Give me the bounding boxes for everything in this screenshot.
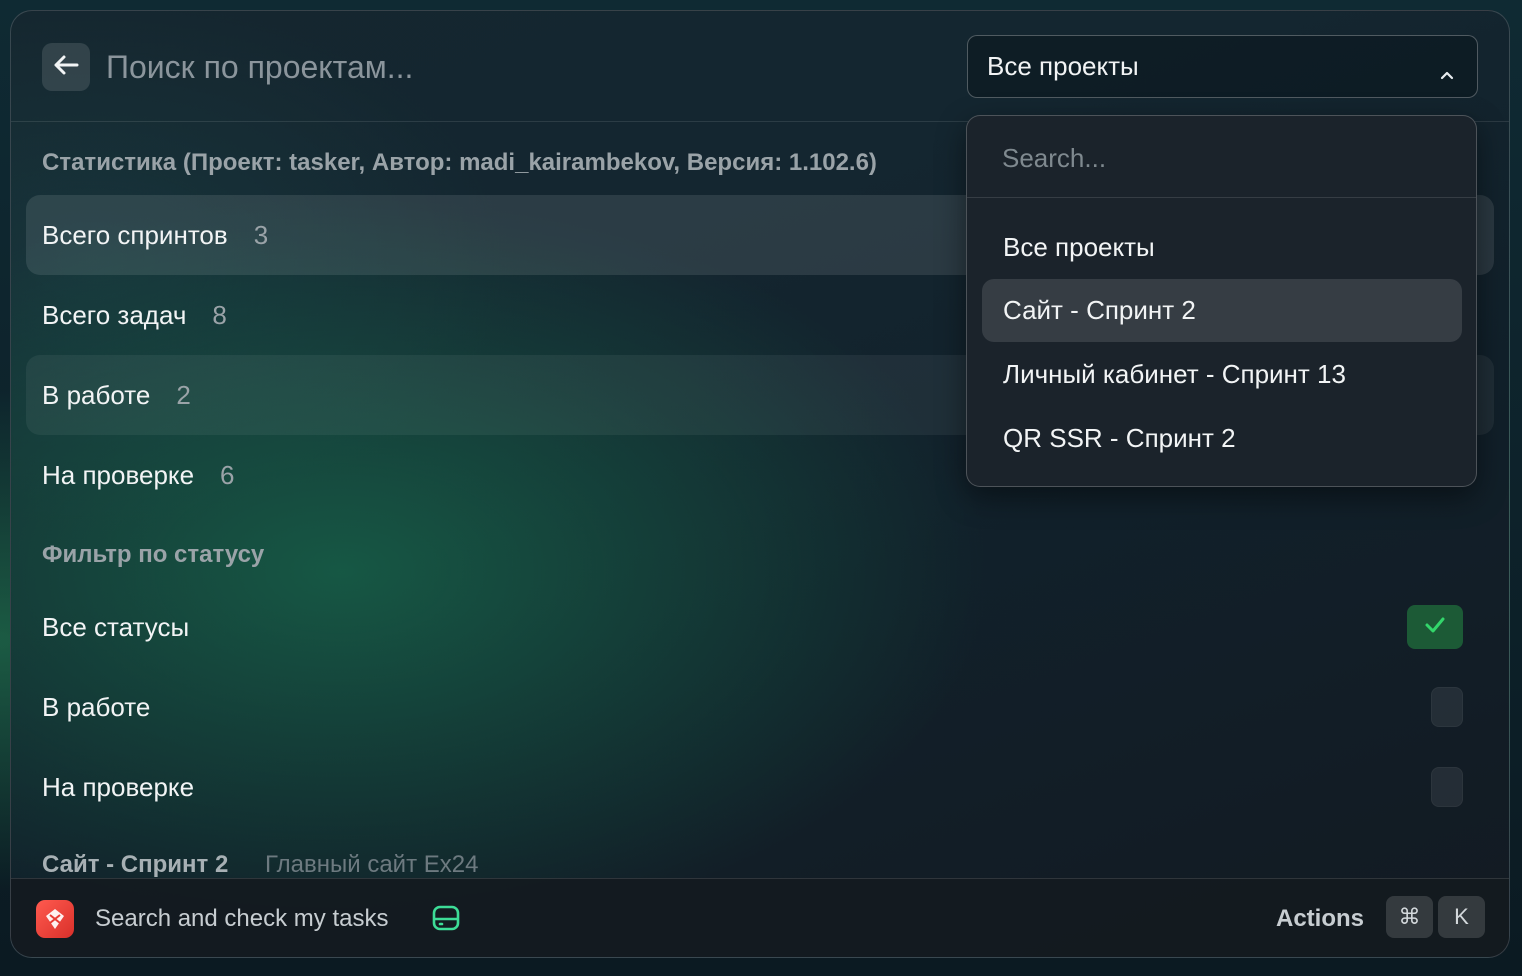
dropdown-option-qr-ssr-sprint-2[interactable]: QR SSR - Спринт 2 — [982, 407, 1462, 470]
project-select-value: Все проекты — [987, 51, 1139, 81]
back-button[interactable] — [42, 43, 90, 91]
project-search-input[interactable] — [106, 43, 706, 91]
filter-checkbox-in-progress[interactable] — [1431, 687, 1463, 727]
stat-count: 2 — [176, 379, 191, 410]
stat-count: 3 — [253, 219, 269, 250]
footer-title: Search and check my tasks — [95, 905, 389, 932]
dropdown-search-input[interactable] — [1002, 138, 1442, 178]
shortcut-key-k: K — [1438, 896, 1485, 938]
hard-drive-icon — [431, 903, 461, 938]
sprint-section-header: Сайт - Спринт 2 Главный сайт Ex24 — [42, 851, 478, 879]
sprint-subtitle: Главный сайт Ex24 — [265, 851, 479, 878]
stat-count: 8 — [212, 299, 227, 330]
filter-checkbox-all[interactable] — [1407, 605, 1463, 649]
dropdown-option-all[interactable]: Все проекты — [982, 216, 1462, 279]
footer-bar: Search and check my tasks Actions ⌘ K — [11, 878, 1509, 957]
filter-label: В работе — [42, 691, 151, 722]
filter-label: На проверке — [42, 771, 195, 802]
sprint-title: Сайт - Спринт 2 — [42, 851, 229, 878]
stats-section-title: Статистика (Проект: tasker, Автор: madi_… — [42, 149, 877, 176]
chevron-up-icon — [1439, 58, 1455, 89]
project-select[interactable]: Все проекты — [967, 35, 1478, 98]
dropdown-search — [967, 116, 1476, 198]
dropdown-option-cabinet-sprint-13[interactable]: Личный кабинет - Спринт 13 — [982, 343, 1462, 406]
arrow-left-icon — [53, 54, 79, 81]
dropdown-option-site-sprint-2[interactable]: Сайт - Спринт 2 — [982, 279, 1462, 342]
project-dropdown: Все проекты Сайт - Спринт 2 Личный кабин… — [966, 115, 1477, 487]
filter-row-all[interactable]: Все статусы — [26, 587, 1494, 667]
actions-button[interactable]: Actions — [1276, 905, 1364, 933]
stat-label: На проверке — [42, 459, 195, 490]
filter-label: Все статусы — [42, 611, 190, 642]
stat-count: 6 — [220, 459, 235, 490]
stat-label: В работе — [42, 379, 151, 410]
checkmark-icon — [1424, 616, 1446, 639]
filter-checkbox-review[interactable] — [1431, 767, 1463, 807]
stat-label: Всего задач — [42, 299, 187, 330]
header: Все проекты — [11, 11, 1509, 122]
filter-row-review[interactable]: На проверке — [26, 747, 1494, 827]
filter-row-in-progress[interactable]: В работе — [26, 667, 1494, 747]
filter-section-title: Фильтр по статусу — [42, 541, 265, 568]
shortcut-key-cmd: ⌘ — [1386, 896, 1433, 938]
app-icon — [36, 900, 74, 938]
stat-label: Всего спринтов — [42, 219, 228, 250]
